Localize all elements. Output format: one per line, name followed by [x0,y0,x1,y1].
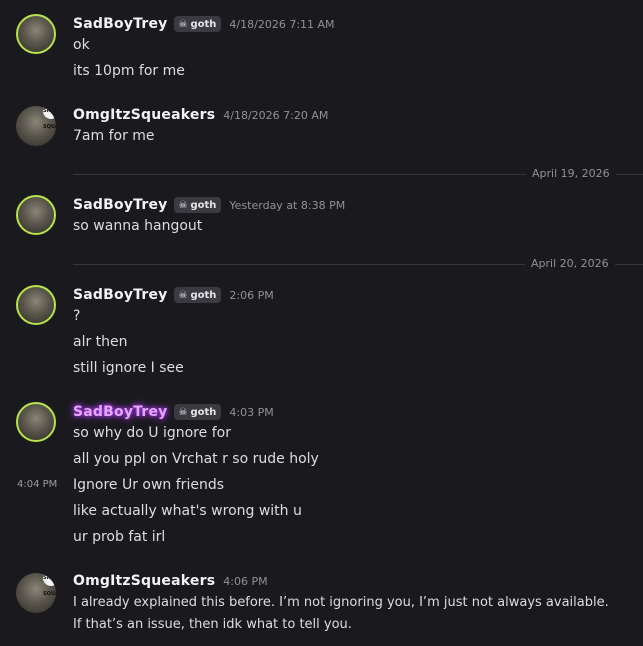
timestamp[interactable]: 2:06 PM [229,289,273,302]
avatar[interactable]: ✦ [16,195,56,235]
timestamp[interactable]: 4/18/2026 7:11 AM [229,18,334,31]
message-text: its 10pm for me [73,63,185,79]
skull-icon: ☠ [178,199,188,211]
skull-icon: ☠ [178,406,188,418]
sparkle-icon: ✦ [44,14,55,27]
guild-tag[interactable]: ☠ goth [173,16,222,32]
message-text: like actually what's wrong with u [73,503,302,519]
message-header: SadBoyTrey ☠ goth 4/18/2026 7:11 AM [73,14,335,34]
message-header: SadBoyTrey ☠ goth 2:06 PM [73,285,274,305]
username[interactable]: SadBoyTrey [73,287,168,303]
guild-tag[interactable]: ☠ goth [173,404,222,420]
sparkle-icon: ✦ [44,285,55,298]
date-divider-label: April 19, 2026 [526,167,616,181]
message-text: so wanna hangout [73,218,203,234]
avatar[interactable]: SKULL SQUAD [16,106,56,146]
date-divider-label: April 20, 2026 [525,257,615,271]
message-text: ok [73,37,90,53]
sparkle-icon: ✦ [44,195,55,208]
timestamp[interactable]: Yesterday at 8:38 PM [229,199,345,212]
message-text: still ignore I see [73,360,184,376]
skull-icon: ☠ [178,18,188,30]
hover-timestamp[interactable]: 4:04 PM [17,475,57,495]
username[interactable]: OmgItzSqueakers [73,107,215,123]
message-header: SadBoyTrey ☠ goth Yesterday at 8:38 PM [73,195,345,215]
message-header: OmgItzSqueakers 4:06 PM [73,571,268,591]
avatar-badge: SKULL SQUAD [43,573,56,597]
avatar[interactable]: ✦ [16,285,56,325]
message-text: so why do U ignore for [73,425,231,441]
timestamp[interactable]: 4:06 PM [223,575,267,588]
avatar[interactable]: ✦ [16,402,56,442]
message-header: OmgItzSqueakers 4/18/2026 7:20 AM [73,105,328,125]
username[interactable]: SadBoyTrey [73,16,168,32]
message-text: ? [73,308,81,324]
guild-tag[interactable]: ☠ goth [173,197,222,213]
avatar[interactable]: ✦ [16,14,56,54]
message-text: ur prob fat irl [73,529,166,545]
skull-icon: ☠ [178,289,188,301]
message-header: SadBoyTrey ☠ goth 4:03 PM [73,402,274,422]
avatar-badge: SKULL SQUAD [43,106,56,130]
message-text: 7am for me [73,128,155,144]
sparkle-icon: ✦ [44,402,55,415]
username[interactable]: OmgItzSqueakers [73,573,215,589]
username[interactable]: SadBoyTrey [73,197,168,213]
message-text: I already explained this before. I’m not… [73,595,609,610]
message-text: alr then [73,334,128,350]
message-text: If that’s an issue, then idk what to tel… [73,617,352,632]
avatar[interactable]: SKULL SQUAD [16,573,56,613]
timestamp[interactable]: 4/18/2026 7:20 AM [223,109,328,122]
message-text: all you ppl on Vrchat r so rude holy [73,451,319,467]
guild-tag[interactable]: ☠ goth [173,287,222,303]
message-text: Ignore Ur own friends [73,477,224,493]
timestamp[interactable]: 4:03 PM [229,406,273,419]
username[interactable]: SadBoyTrey [73,404,168,420]
